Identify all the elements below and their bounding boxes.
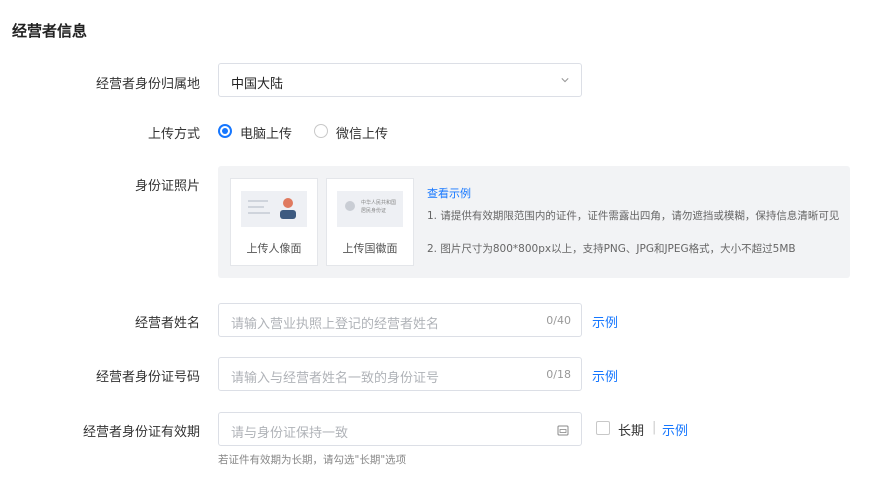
operator-name-placeholder: 请输入营业执照上登记的经营者姓名 xyxy=(231,317,440,332)
operator-name-input[interactable]: 请输入营业执照上登记的经营者姓名 0/40 xyxy=(218,303,582,337)
upload-front-card[interactable]: 上传人像面 xyxy=(230,178,318,266)
id-number-placeholder: 请输入与经营者姓名一致的身份证号 xyxy=(231,371,440,386)
id-front-icon xyxy=(248,198,296,219)
upload-back-card[interactable]: 中华人民共和国 居民身份证 上传国徽面 xyxy=(326,178,414,266)
id-front-placeholder xyxy=(241,191,307,227)
upload-back-label: 上传国徽面 xyxy=(342,242,398,255)
radio-wechat-upload[interactable] xyxy=(314,124,328,138)
region-label: 经营者身份归属地 xyxy=(95,77,200,92)
upload-method-label: 上传方式 xyxy=(147,127,200,142)
id-photo-label: 身份证照片 xyxy=(134,179,200,194)
upload-front-label: 上传人像面 xyxy=(246,242,302,255)
operator-name-counter: 0/40 xyxy=(546,314,571,327)
id-photo-upload-panel: 上传人像面 中华人民共和国 居民身份证 上传国徽面 查看示例 1. 请提供有效期… xyxy=(218,166,850,278)
id-back-line-1: 中华人民共和国 xyxy=(361,200,397,206)
section-title: 经营者信息 xyxy=(12,22,88,40)
operator-name-label: 经营者姓名 xyxy=(134,316,200,331)
id-validity-date-input[interactable]: 请与身份证保持一致 xyxy=(218,412,582,446)
radio-computer-upload[interactable] xyxy=(218,124,232,138)
id-validity-example-link[interactable]: 示例 xyxy=(662,420,688,439)
id-number-input[interactable]: 请输入与经营者姓名一致的身份证号 0/18 xyxy=(218,357,582,391)
region-select[interactable]: 中国大陆 xyxy=(218,63,582,97)
id-validity-placeholder: 请与身份证保持一致 xyxy=(231,426,349,441)
id-validity-hint: 若证件有效期为长期，请勾选"长期"选项 xyxy=(218,454,407,466)
long-term-label[interactable]: 长期 xyxy=(618,420,644,439)
chevron-down-icon xyxy=(561,78,569,83)
radio-computer-upload-label[interactable]: 电脑上传 xyxy=(240,123,292,142)
link-separator: | xyxy=(652,420,657,435)
id-back-placeholder: 中华人民共和国 居民身份证 xyxy=(337,191,403,227)
long-term-checkbox[interactable] xyxy=(596,421,610,435)
region-value: 中国大陆 xyxy=(231,77,284,92)
id-number-counter: 0/18 xyxy=(546,368,571,381)
id-validity-label: 经营者身份证有效期 xyxy=(82,425,200,440)
operator-name-example-link[interactable]: 示例 xyxy=(592,312,618,331)
tip-2: 2. 图片尺寸为800*800px以上，支持PNG、JPG和JPEG格式，大小不… xyxy=(427,243,796,255)
calendar-icon[interactable] xyxy=(557,424,569,436)
id-back-line-2: 居民身份证 xyxy=(361,208,387,214)
radio-wechat-upload-label[interactable]: 微信上传 xyxy=(336,123,388,142)
tip-1: 1. 请提供有效期限范围内的证件，证件需露出四角，请勿遮挡或模糊，保持信息清晰可… xyxy=(427,210,840,222)
view-example-link[interactable]: 查看示例 xyxy=(427,185,471,201)
id-number-example-link[interactable]: 示例 xyxy=(592,366,618,385)
id-number-label: 经营者身份证号码 xyxy=(95,370,200,385)
